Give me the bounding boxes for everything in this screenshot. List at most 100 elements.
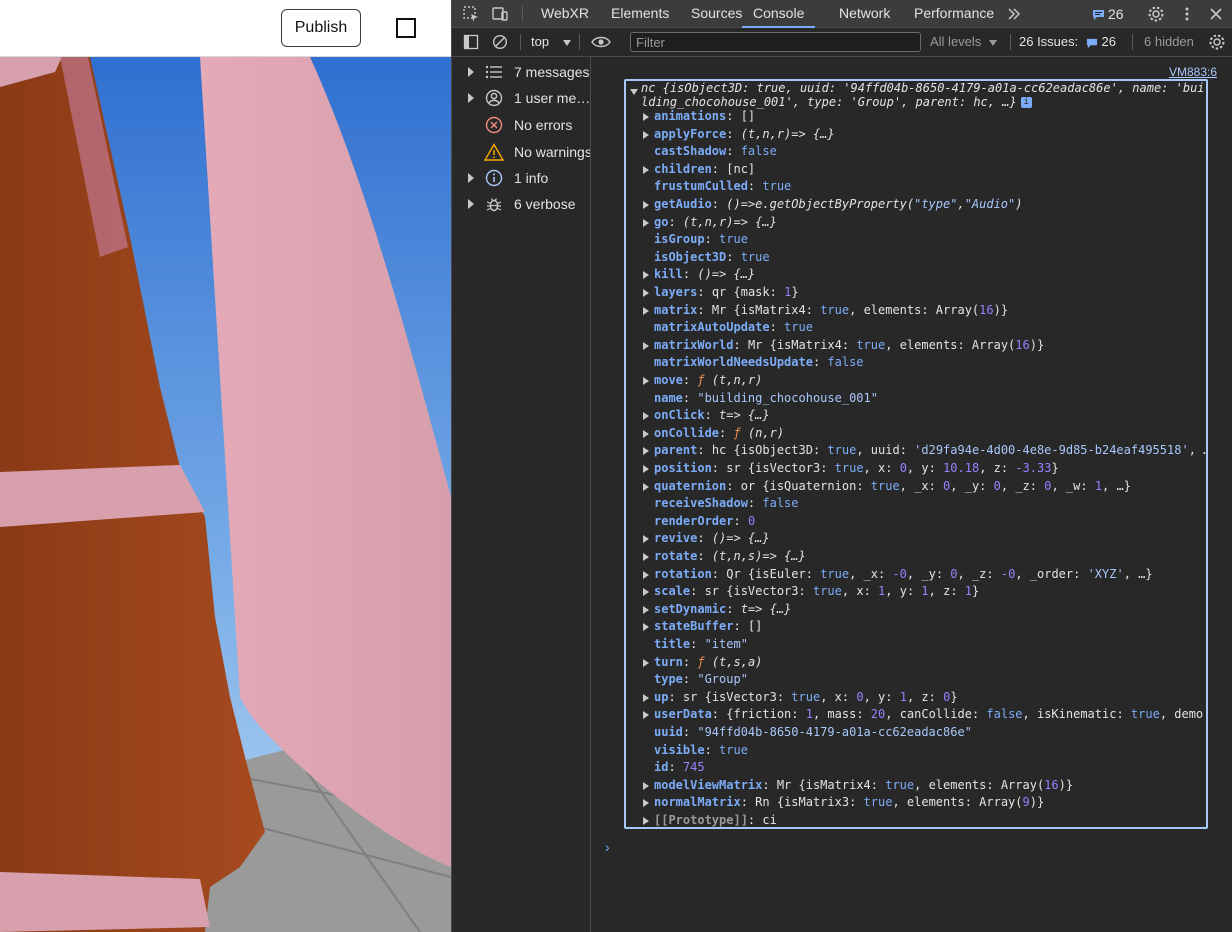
sidebar-item-errors[interactable]: No errors (452, 112, 591, 138)
sidebar-item-info[interactable]: 1 info (452, 165, 591, 191)
sidebar-item-user-messages[interactable]: 1 user me… (452, 85, 591, 111)
expand-arrow-icon[interactable] (643, 377, 649, 385)
expand-arrow-icon[interactable] (643, 306, 649, 315)
expand-arrow-icon[interactable] (643, 201, 649, 209)
tab-sources[interactable]: Sources (691, 0, 742, 28)
property-value: qr {mask: 1} (711, 285, 799, 299)
more-options-icon[interactable] (1177, 4, 1197, 24)
tab-console[interactable]: Console (742, 0, 816, 28)
tab-network[interactable]: Network (839, 0, 890, 28)
expand-arrow-icon[interactable] (643, 447, 649, 456)
property-row[interactable]: rotate: (t,n,s)=> {…} (626, 548, 1206, 566)
expand-arrow-icon[interactable] (643, 130, 649, 139)
expand-arrow-icon[interactable] (468, 199, 474, 209)
info-badge-icon[interactable]: i (1020, 97, 1032, 108)
expand-arrow-icon[interactable] (643, 711, 649, 720)
property-row[interactable]: applyForce: (t,n,r)=> {…} (626, 126, 1206, 144)
property-row[interactable]: onClick: t=> {…} (626, 407, 1206, 425)
close-devtools-icon[interactable] (1206, 4, 1226, 24)
logged-object[interactable]: nc {isObject3D: true, uuid: '94ffd04b-86… (624, 79, 1208, 829)
stop-icon[interactable] (396, 18, 416, 38)
expand-arrow-icon[interactable] (643, 658, 649, 667)
tab-elements[interactable]: Elements (611, 0, 669, 28)
tab-webxr[interactable]: WebXR (541, 0, 589, 28)
console-filter-input[interactable] (630, 32, 921, 52)
tab-performance[interactable]: Performance (914, 0, 994, 28)
settings-gear-icon[interactable] (1146, 4, 1166, 24)
property-row[interactable]: [[Prototype]]: ci (626, 812, 1206, 827)
expand-arrow-icon[interactable] (643, 165, 649, 174)
expand-arrow-icon[interactable] (643, 535, 649, 544)
property-row[interactable]: up: sr {isVector3: true, x: 0, y: 1, z: … (626, 689, 1206, 707)
property-row[interactable]: quaternion: or {isQuaternion: true, _x: … (626, 478, 1206, 496)
expand-arrow-icon[interactable] (643, 799, 649, 808)
sidebar-item-verbose[interactable]: 6 verbose (452, 191, 591, 217)
expand-arrow-icon[interactable] (643, 271, 649, 280)
sidebar-toggle-icon[interactable] (461, 32, 481, 52)
property-row[interactable]: modelViewMatrix: Mr {isMatrix4: true, el… (626, 777, 1206, 795)
property-row[interactable]: animations: [] (626, 108, 1206, 126)
expand-arrow-icon[interactable] (468, 93, 474, 103)
clear-console-icon[interactable] (490, 32, 510, 52)
property-row[interactable]: layers: qr {mask: 1} (626, 284, 1206, 302)
collapse-arrow-icon[interactable] (630, 89, 638, 95)
game-viewport[interactable]: Publish (0, 0, 451, 932)
property-row[interactable]: turn: ƒ (t,s,a) (626, 654, 1206, 672)
property-row[interactable]: go: (t,n,r)=> {…} (626, 214, 1206, 232)
expand-arrow-icon[interactable] (643, 570, 649, 579)
expand-arrow-icon[interactable] (643, 605, 649, 614)
property-row[interactable]: stateBuffer: [] (626, 618, 1206, 636)
expand-arrow-icon[interactable] (643, 412, 649, 421)
inspect-element-icon[interactable] (461, 4, 481, 24)
console-prompt-icon[interactable]: › (605, 839, 610, 855)
property-row[interactable]: matrix: Mr {isMatrix4: true, elements: A… (626, 302, 1206, 320)
property-row[interactable]: matrixWorld: Mr {isMatrix4: true, elemen… (626, 337, 1206, 355)
expand-arrow-icon[interactable] (643, 341, 649, 350)
expand-arrow-icon[interactable] (643, 465, 649, 473)
log-levels-dropdown[interactable]: All levels (930, 34, 997, 49)
property-row[interactable]: getAudio: ()=>e.getObjectByProperty("typ… (626, 196, 1206, 214)
expand-arrow-icon[interactable] (643, 693, 649, 702)
property-row[interactable]: normalMatrix: Rn {isMatrix3: true, eleme… (626, 794, 1206, 812)
property-key: normalMatrix (654, 795, 741, 810)
property-row[interactable]: move: ƒ (t,n,r) (626, 372, 1206, 390)
property-row[interactable]: children: [nc] (626, 161, 1206, 179)
live-expression-eye-icon[interactable] (590, 32, 612, 52)
console-output[interactable]: VM883:6 nc {isObject3D: true, uuid: '94f… (592, 57, 1232, 932)
expand-arrow-icon[interactable] (643, 588, 649, 597)
sidebar-item-warnings[interactable]: No warnings (452, 139, 591, 165)
property-row[interactable]: position: sr {isVector3: true, x: 0, y: … (626, 460, 1206, 478)
expand-arrow-icon[interactable] (643, 429, 649, 438)
more-tabs-icon[interactable] (1004, 4, 1024, 24)
property-row[interactable]: revive: ()=> {…} (626, 530, 1206, 548)
expand-arrow-icon[interactable] (643, 113, 649, 121)
expand-arrow-icon[interactable] (643, 781, 649, 790)
property-row[interactable]: userData: {friction: 1, mass: 20, canCol… (626, 706, 1206, 724)
object-preview[interactable]: nc {isObject3D: true, uuid: '94ffd04b-86… (641, 81, 1206, 109)
publish-button[interactable]: Publish (281, 9, 361, 47)
property-row[interactable]: rotation: Qr {isEuler: true, _x: -0, _y:… (626, 566, 1206, 584)
expand-arrow-icon[interactable] (643, 218, 649, 227)
context-selector[interactable]: top (531, 34, 571, 49)
expand-arrow-icon[interactable] (643, 289, 649, 297)
property-row[interactable]: scale: sr {isVector3: true, x: 1, y: 1, … (626, 583, 1206, 601)
device-toolbar-icon[interactable] (490, 4, 510, 24)
expand-arrow-icon[interactable] (643, 623, 649, 632)
issues-button[interactable]: 26 Issues: 26 (1019, 34, 1116, 49)
expand-arrow-icon[interactable] (643, 553, 649, 561)
sidebar-item-messages[interactable]: 7 messages (452, 59, 591, 85)
source-link[interactable]: VM883:6 (1169, 65, 1217, 79)
expand-arrow-icon[interactable] (643, 482, 649, 491)
expand-arrow-icon[interactable] (468, 67, 474, 77)
property-key: [[Prototype]] (654, 813, 748, 827)
property-row[interactable]: kill: ()=> {…} (626, 266, 1206, 284)
hidden-count: 6 hidden (1144, 34, 1194, 49)
property-row[interactable]: setDynamic: t=> {…} (626, 601, 1206, 619)
expand-arrow-icon[interactable] (468, 173, 474, 183)
property-row[interactable]: onCollide: ƒ (n,r) (626, 425, 1206, 443)
property-row[interactable]: parent: hc {isObject3D: true, uuid: 'd29… (626, 442, 1206, 460)
3d-scene-canvas[interactable] (0, 57, 451, 932)
console-settings-gear-icon[interactable] (1207, 32, 1227, 52)
issues-badge-top[interactable]: 26 (1092, 4, 1134, 24)
expand-arrow-icon[interactable] (643, 817, 649, 825)
